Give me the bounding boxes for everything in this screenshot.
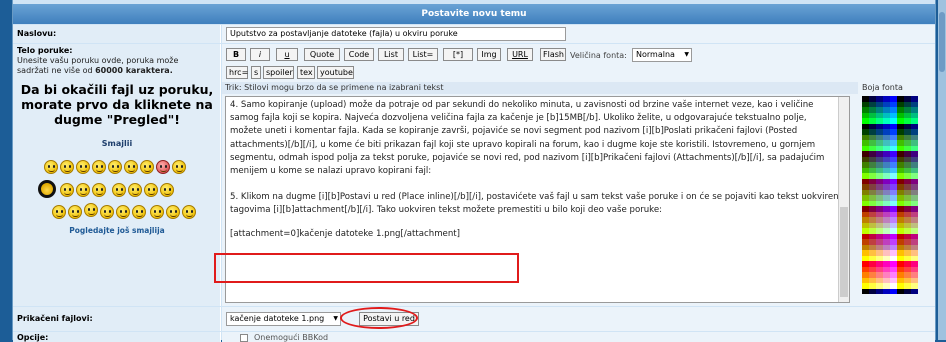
disable-bbcode-checkbox[interactable] (240, 334, 248, 342)
more-smileys-link[interactable]: Pogledajte još smajlija (13, 226, 221, 235)
page-scrollbar[interactable] (938, 0, 946, 340)
smiley-icon[interactable] (68, 205, 82, 219)
smiley-icon[interactable] (38, 180, 56, 198)
strike-button[interactable]: s (251, 66, 261, 79)
attachments-select[interactable]: kačenje datoteke 1.png ▼ (226, 312, 341, 326)
message-attachment-tag: [attachment=0]kačenje datoteke 1.png[/at… (230, 228, 461, 239)
place-inline-highlight-oval (340, 307, 418, 329)
smiley-icon[interactable] (172, 160, 186, 174)
color-swatch[interactable] (876, 288, 883, 294)
smiley-icon[interactable] (160, 183, 174, 197)
smiley-icon[interactable] (60, 183, 74, 197)
smiley-icon[interactable] (92, 160, 106, 174)
textarea-scrollbar[interactable] (838, 97, 849, 302)
chevron-down-icon: ▼ (333, 315, 338, 322)
font-size-label: Veličina fonta: (570, 51, 627, 60)
message-para-2: 5. Klikom na dugme [i][b]Postavi u red (… (230, 192, 839, 216)
subject-input[interactable]: Uputstvo za postavljanje datoteke (fajla… (226, 27, 566, 41)
smiley-icon[interactable] (84, 203, 98, 217)
font-color-palette[interactable] (862, 96, 918, 294)
hr-button[interactable]: hrc= (226, 66, 248, 79)
message-para-1: 4. Samo kopiranje (upload) može da potra… (230, 100, 825, 177)
options-label: Opcije: (17, 333, 49, 342)
smiley-icon[interactable] (140, 160, 154, 174)
body-help-line1: Unesite vašu poruku ovde, poruka može (17, 56, 179, 65)
spoiler-button[interactable]: spoiler (263, 66, 294, 79)
subject-label: Naslovu: (17, 29, 57, 38)
color-swatch[interactable] (911, 288, 918, 294)
smiley-icon[interactable] (182, 205, 196, 219)
color-swatch[interactable] (890, 288, 897, 294)
list-item-button[interactable]: [*] (443, 48, 473, 61)
bold-button[interactable]: B (226, 48, 246, 61)
attach-notice: Da bi okačili fajl uz poruku, morate prv… (20, 82, 214, 127)
list-button[interactable]: List (378, 48, 404, 61)
smiley-icon[interactable] (116, 205, 130, 219)
body-left-cell: Telo poruke: Unesite vašu poruku ovde, p… (13, 44, 221, 306)
smileys-title: Smajlii (101, 139, 133, 148)
font-size-select[interactable]: Normalna ▼ (632, 48, 692, 62)
smiley-icon[interactable] (150, 205, 164, 219)
img-button[interactable]: Img (477, 48, 501, 61)
smiley-icon[interactable] (76, 183, 90, 197)
disable-bbcode-label: Onemogući BBKod (254, 333, 329, 342)
smiley-icon[interactable] (132, 205, 146, 219)
smiley-icon[interactable] (44, 160, 58, 174)
body-help-line2: sadržati ne više od 60000 karaktera. (17, 66, 173, 75)
smiley-icon[interactable] (76, 160, 90, 174)
font-color-label: Boja fonta (862, 83, 903, 92)
smiley-icon[interactable] (128, 183, 142, 197)
smiley-icon[interactable] (60, 160, 74, 174)
smiley-icon[interactable] (166, 205, 180, 219)
color-swatch[interactable] (897, 288, 904, 294)
youtube-button[interactable]: youtube (317, 66, 354, 79)
flash-button[interactable]: Flash (540, 48, 566, 61)
options-row: Opcije: Onemogući BBKod (13, 332, 935, 342)
form-title: Postavite novu temu (13, 4, 935, 24)
color-swatch[interactable] (904, 288, 911, 294)
subject-row: Naslovu: Uputstvo za postavljanje datote… (13, 25, 935, 43)
body-label: Telo poruke: (17, 46, 73, 55)
smiley-icon[interactable] (156, 160, 170, 174)
attachments-label: Prikačeni fajlovi: (17, 314, 93, 323)
tex-button[interactable]: tex (297, 66, 315, 79)
italic-button[interactable]: i (250, 48, 270, 61)
smiley-icon[interactable] (92, 183, 106, 197)
attachment-highlight-box (214, 253, 519, 283)
textarea-scrollbar-thumb[interactable] (840, 207, 848, 297)
code-button[interactable]: Code (344, 48, 374, 61)
tip-bar: Trik: Stilovi mogu brzo da se primene na… (222, 82, 858, 94)
smiley-icon[interactable] (100, 205, 114, 219)
color-swatch[interactable] (869, 288, 876, 294)
underline-button[interactable]: u (276, 48, 298, 61)
smiley-icon[interactable] (144, 183, 158, 197)
list-ordered-button[interactable]: List= (408, 48, 438, 61)
chevron-down-icon: ▼ (684, 51, 689, 58)
color-swatch[interactable] (862, 288, 869, 294)
smiley-icon[interactable] (52, 205, 66, 219)
smiley-icon[interactable] (108, 160, 122, 174)
url-button[interactable]: URL (507, 48, 533, 61)
smiley-icon[interactable] (124, 160, 138, 174)
page-scrollbar-thumb[interactable] (939, 12, 945, 72)
attachments-row: Prikačeni fajlovi: kačenje datoteke 1.pn… (13, 307, 935, 331)
color-swatch[interactable] (883, 288, 890, 294)
smiley-icon[interactable] (112, 183, 126, 197)
quote-button[interactable]: Quote (304, 48, 340, 61)
